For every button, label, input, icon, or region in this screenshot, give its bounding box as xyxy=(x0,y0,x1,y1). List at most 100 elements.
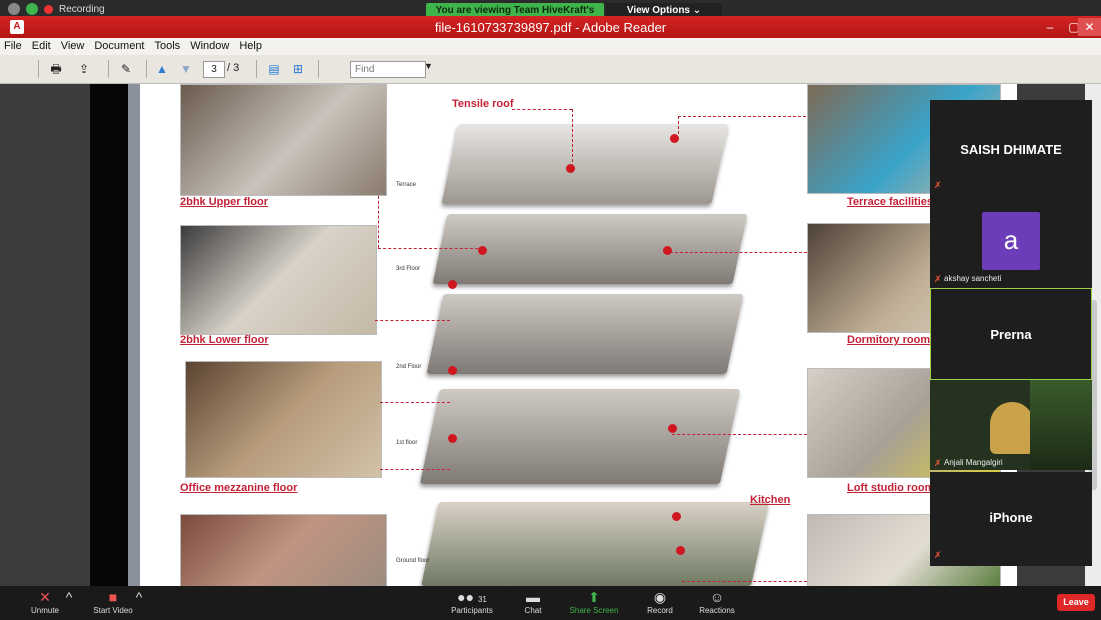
chat-button[interactable]: ▬ Chat xyxy=(518,588,548,615)
record-label: Record xyxy=(647,606,673,615)
marker-dot xyxy=(670,134,679,143)
fit-page-icon[interactable]: ▤ xyxy=(264,60,284,78)
comment-icon[interactable]: ✎ xyxy=(116,60,136,78)
participant-tile-iphone[interactable]: iPhone ✗ xyxy=(930,472,1092,566)
participant-name: Anjali Mangalgiri xyxy=(944,458,1003,467)
chat-icon: ▬ xyxy=(526,589,540,605)
photo-ground-floor xyxy=(180,514,387,586)
reactions-label: Reactions xyxy=(699,606,735,615)
participant-tile-prerna[interactable]: Prerna xyxy=(930,288,1092,380)
second-floor-model xyxy=(426,294,744,374)
menu-file[interactable]: File xyxy=(0,38,28,55)
print-icon[interactable]: 🖶 xyxy=(46,60,66,78)
toolbar-separator xyxy=(108,60,109,78)
participants-icon: ●● 31 xyxy=(457,589,487,605)
caption-2bhk-upper-floor: 2bhk Upper floor xyxy=(180,196,269,208)
participant-video xyxy=(990,402,1034,454)
participant-tile-anjali[interactable]: ✗ Anjali Mangalgiri xyxy=(930,380,1092,470)
share-pdf-icon[interactable]: ⇪ xyxy=(74,60,94,78)
record-button[interactable]: ◉ Record xyxy=(642,588,678,615)
unmute-button[interactable]: ✕ Unmute xyxy=(22,588,68,615)
page-total: / 3 xyxy=(227,62,240,74)
leader-line xyxy=(670,252,807,253)
info-icon[interactable] xyxy=(8,3,20,15)
navigation-pane xyxy=(90,84,128,586)
minimize-button[interactable]: – xyxy=(1038,18,1062,36)
audio-options-chevron-icon[interactable]: ^ xyxy=(64,588,74,606)
marker-dot xyxy=(448,280,457,289)
mic-muted-icon: ✗ xyxy=(934,180,942,190)
window-title: file-1610733739897.pdf - Adobe Reader xyxy=(434,20,667,35)
mic-muted-icon: ✗ xyxy=(934,274,942,284)
participant-name: Prerna xyxy=(990,327,1032,342)
share-screen-label: Share Screen xyxy=(569,606,619,615)
caption-dormitory-room: Dormitory room xyxy=(847,334,931,346)
page-number-input[interactable]: 3 xyxy=(203,61,225,78)
leader-line xyxy=(678,116,679,134)
participants-button[interactable]: ●● 31 Participants xyxy=(446,588,498,615)
participants-label: Participants xyxy=(451,606,493,615)
caption-loft-studio-room: Loft studio room xyxy=(847,482,935,494)
participant-video-background xyxy=(1030,380,1092,470)
toolbar-separator xyxy=(38,60,39,78)
leader-line xyxy=(378,248,478,249)
video-off-icon: ■ xyxy=(108,589,118,605)
leader-line xyxy=(512,109,572,110)
marker-dot xyxy=(478,246,487,255)
security-shield-icon[interactable] xyxy=(26,3,38,15)
menu-tools[interactable]: Tools xyxy=(151,38,187,55)
leader-line xyxy=(572,109,573,167)
chat-label: Chat xyxy=(524,606,542,615)
participants-count: 31 xyxy=(477,595,487,604)
menu-document[interactable]: Document xyxy=(90,38,150,55)
mic-muted-icon: ✕ xyxy=(39,589,51,605)
marker-dot xyxy=(672,512,681,521)
reactions-icon: ☺ xyxy=(709,589,725,605)
mic-muted-icon: ✗ xyxy=(934,550,942,560)
participant-name: iPhone xyxy=(989,510,1033,525)
chevron-down-icon[interactable]: ▼ xyxy=(424,61,433,71)
leader-line xyxy=(380,402,450,403)
fit-width-icon[interactable]: ⊞ xyxy=(288,60,308,78)
next-page-icon[interactable]: ▼ xyxy=(176,60,196,78)
start-video-button[interactable]: ■ Start Video xyxy=(88,588,138,615)
find-input[interactable]: Find xyxy=(350,61,426,78)
marker-dot xyxy=(663,246,672,255)
leader-line xyxy=(380,469,450,470)
share-screen-icon: ⬆ xyxy=(588,589,600,605)
share-screen-button[interactable]: ⬆ Share Screen xyxy=(566,588,622,615)
record-icon: ◉ xyxy=(653,589,667,605)
floor-label-third: 3rd Floor xyxy=(396,266,421,272)
start-video-label: Start Video xyxy=(93,606,133,615)
leader-line xyxy=(378,196,379,248)
marker-dot xyxy=(448,434,457,443)
menu-edit[interactable]: Edit xyxy=(28,38,57,55)
unmute-label: Unmute xyxy=(30,606,59,615)
floor-label-first: 1st floor xyxy=(396,440,418,446)
toolbar-separator xyxy=(146,60,147,78)
ground-floor-model xyxy=(421,502,769,586)
menu-view[interactable]: View xyxy=(57,38,91,55)
page-edge xyxy=(128,84,140,586)
caption-terrace-facilities: Terrace facilities xyxy=(847,196,934,208)
recording-dot-icon xyxy=(44,4,53,14)
leave-button[interactable]: Leave xyxy=(1057,594,1095,611)
caption-office-mezzanine-floor: Office mezzanine floor xyxy=(180,482,298,494)
mic-muted-icon: ✗ xyxy=(934,458,942,468)
leader-line xyxy=(682,581,807,582)
floor-label-terrace: Terrace xyxy=(396,182,417,188)
menu-window[interactable]: Window xyxy=(186,38,235,55)
participant-name: akshay sancheti xyxy=(944,274,1002,283)
close-window-button[interactable]: ✕ xyxy=(1078,18,1101,36)
video-options-chevron-icon[interactable]: ^ xyxy=(134,588,144,606)
floor-label-ground: Ground floor xyxy=(396,558,430,564)
toolbar-separator xyxy=(318,60,319,78)
recording-label: Recording xyxy=(59,3,105,15)
menu-help[interactable]: Help xyxy=(235,38,268,55)
terrace-level-model xyxy=(441,124,729,204)
caption-2bhk-lower-floor: 2bhk Lower floor xyxy=(180,334,269,346)
participant-tile-saish[interactable]: SAISH DHIMATE ✗ xyxy=(930,100,1092,194)
label-tensile-roof: Tensile roof xyxy=(452,98,514,110)
previous-page-icon[interactable]: ▲ xyxy=(152,60,172,78)
reactions-button[interactable]: ☺ Reactions xyxy=(694,588,740,615)
